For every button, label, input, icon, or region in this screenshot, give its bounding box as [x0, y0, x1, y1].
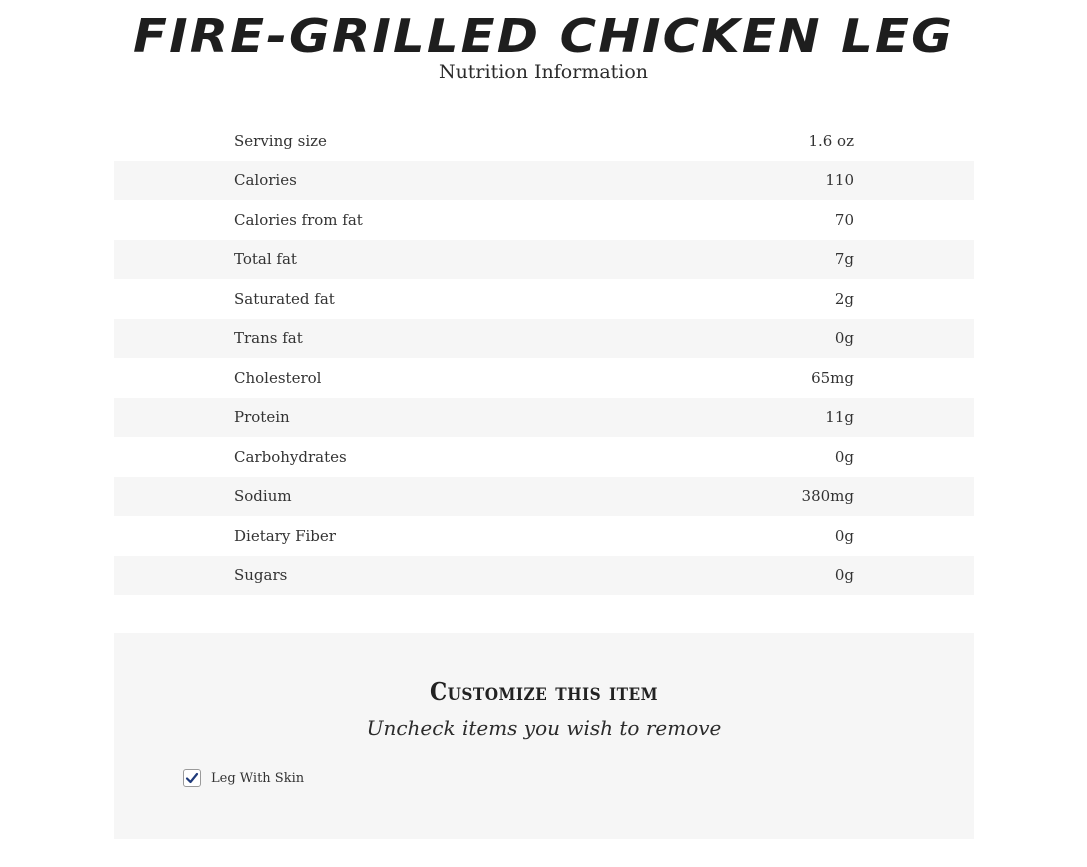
- option-leg-with-skin[interactable]: Leg With Skin: [183, 769, 304, 787]
- checkmark-icon: [185, 772, 199, 784]
- nutrition-row-carbohydrates: Carbohydrates 0g: [114, 437, 974, 477]
- page-subtitle: Nutrition Information: [438, 61, 649, 83]
- nutrition-value: 70: [834, 210, 854, 229]
- nutrition-label: Total fat: [234, 250, 297, 269]
- nutrition-row-trans-fat: Trans fat 0g: [114, 318, 974, 358]
- nutrition-label: Dietary Fiber: [234, 526, 336, 545]
- page: FIRE-GRILLED CHICKEN LEG Nutrition Infor…: [0, 0, 1087, 867]
- page-title: FIRE-GRILLED CHICKEN LEG: [132, 9, 955, 63]
- nutrition-value: 0g: [834, 526, 854, 545]
- nutrition-value: 1.6 oz: [808, 131, 854, 150]
- customize-title: Customize this item: [429, 677, 659, 706]
- nutrition-label: Sodium: [234, 487, 292, 506]
- nutrition-label: Protein: [234, 408, 290, 427]
- customize-panel: Customize this item Uncheck items you wi…: [114, 633, 974, 839]
- nutrition-value: 7g: [834, 250, 854, 269]
- nutrition-row-cholesterol: Cholesterol 65mg: [114, 358, 974, 398]
- nutrition-row-calories: Calories 110: [114, 160, 974, 200]
- leg-with-skin-checkbox[interactable]: [183, 769, 201, 787]
- nutrition-value: 65mg: [811, 368, 854, 387]
- nutrition-row-total-fat: Total fat 7g: [114, 239, 974, 279]
- nutrition-row-saturated-fat: Saturated fat 2g: [114, 279, 974, 319]
- nutrition-row-sodium: Sodium 380mg: [114, 476, 974, 516]
- nutrition-row-protein: Protein 11g: [114, 397, 974, 437]
- nutrition-value: 11g: [825, 408, 854, 427]
- nutrition-label: Serving size: [234, 131, 327, 150]
- nutrition-value: 2g: [834, 289, 854, 308]
- nutrition-row-serving-size: Serving size 1.6 oz: [114, 121, 974, 161]
- nutrition-label: Sugars: [234, 566, 288, 585]
- customize-instructions: Uncheck items you wish to remove: [366, 716, 722, 740]
- nutrition-label: Trans fat: [234, 329, 303, 348]
- nutrition-value: 0g: [834, 566, 854, 585]
- nutrition-row-sugars: Sugars 0g: [114, 555, 974, 595]
- option-label: Leg With Skin: [211, 770, 305, 786]
- nutrition-label: Calories from fat: [234, 210, 363, 229]
- nutrition-label: Saturated fat: [234, 289, 335, 308]
- nutrition-row-calories-from-fat: Calories from fat 70: [114, 200, 974, 240]
- nutrition-value: 110: [825, 171, 854, 190]
- nutrition-value: 380mg: [801, 487, 854, 506]
- nutrition-label: Calories: [234, 171, 297, 190]
- nutrition-label: Cholesterol: [234, 368, 322, 387]
- nutrition-label: Carbohydrates: [234, 447, 347, 466]
- nutrition-value: 0g: [834, 329, 854, 348]
- nutrition-row-dietary-fiber: Dietary Fiber 0g: [114, 516, 974, 556]
- nutrition-value: 0g: [834, 447, 854, 466]
- nutrition-table: Serving size 1.6 oz Calories 110 Calorie…: [114, 121, 974, 595]
